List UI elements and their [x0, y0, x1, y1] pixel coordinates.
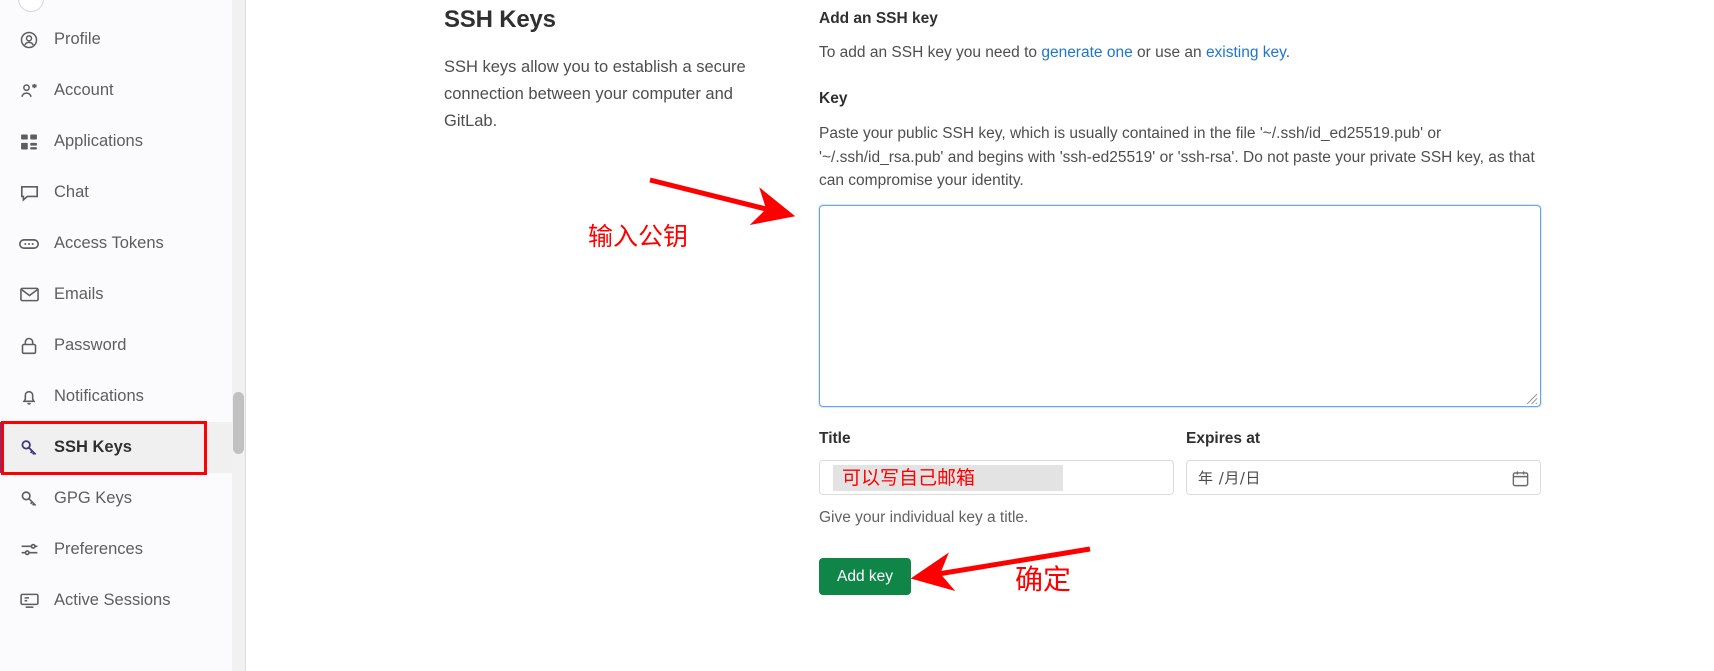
key-field-label: Key — [819, 90, 848, 107]
expires-at-date-input[interactable]: 年 /月/日 — [1186, 460, 1541, 495]
sidebar-item-chat[interactable]: Chat — [0, 167, 233, 218]
sidebar-item-label: Access Tokens — [54, 234, 164, 252]
generate-one-link[interactable]: generate one — [1041, 44, 1132, 61]
avatar — [18, 0, 44, 12]
lock-icon — [18, 335, 40, 357]
title-and-expiry-row: Title 可以写自己邮箱 Expires at 年 /月/日 — [819, 430, 1541, 495]
sidebar-scrollbar-thumb[interactable] — [233, 392, 244, 454]
sidebar-item-password[interactable]: Password — [0, 320, 233, 371]
sidebar-item-emails[interactable]: Emails — [0, 269, 233, 320]
page-description: SSH keys allow you to establish a secure… — [444, 58, 746, 130]
sidebar-item-label: Account — [54, 81, 114, 99]
sidebar-item-active-sessions[interactable]: Active Sessions — [0, 575, 233, 626]
title-field-block: Title 可以写自己邮箱 — [819, 430, 1174, 495]
arrow-to-key-textarea — [649, 177, 796, 226]
expires-at-placeholder: 年 /月/日 — [1198, 469, 1261, 487]
sidebar-item-preferences[interactable]: Preferences — [0, 524, 233, 575]
form-intro-text: To add an SSH key you need to generate o… — [819, 42, 1541, 64]
title-input[interactable]: 可以写自己邮箱 — [819, 460, 1174, 495]
gitlab-ssh-keys-page: Profile Account Applications Chat Access… — [0, 0, 1714, 671]
sidebar-item-notifications[interactable]: Notifications — [0, 371, 233, 422]
form-intro-prefix: To add an SSH key you need to — [819, 44, 1042, 61]
sidebar-item-label: Chat — [54, 183, 89, 201]
annotation-text-enter-public-key: 输入公钥 — [588, 222, 689, 251]
add-key-button[interactable]: Add key — [819, 558, 912, 595]
form-heading: Add an SSH key — [819, 10, 938, 27]
expires-at-field-block: Expires at 年 /月/日 — [1186, 430, 1541, 495]
monitor-icon — [18, 590, 40, 612]
sidebar-nav-list: Profile Account Applications Chat Access… — [0, 14, 233, 626]
form-intro-middle: or use an — [1132, 44, 1206, 61]
sidebar-item-ssh-keys[interactable]: SSH Keys — [0, 422, 233, 473]
annotation-text-confirm: 确定 — [1015, 563, 1072, 596]
chat-bubble-icon — [18, 182, 40, 204]
key-icon — [18, 437, 40, 459]
envelope-icon — [18, 284, 40, 306]
sidebar-item-access-tokens[interactable]: Access Tokens — [0, 218, 233, 269]
sidebar-item-label: Notifications — [54, 387, 144, 405]
sidebar-item-profile[interactable]: Profile — [0, 14, 233, 65]
applications-grid-icon — [18, 131, 40, 153]
sidebar-item-label: Emails — [54, 285, 104, 303]
form-intro-suffix: . — [1285, 44, 1291, 61]
add-ssh-key-form: Add an SSH key To add an SSH key you nee… — [819, 0, 1541, 595]
user-circle-icon — [18, 29, 40, 51]
sidebar-item-applications[interactable]: Applications — [0, 116, 233, 167]
sidebar-item-label: SSH Keys — [54, 438, 132, 456]
key-input-textarea[interactable] — [819, 205, 1541, 407]
sidebar-item-label: GPG Keys — [54, 489, 132, 507]
token-pill-icon — [18, 233, 40, 255]
page-title: SSH Keys — [444, 6, 556, 33]
settings-sidebar: Profile Account Applications Chat Access… — [0, 0, 246, 671]
calendar-icon[interactable] — [1511, 469, 1530, 488]
sidebar-item-label: Applications — [54, 132, 143, 150]
bell-icon — [18, 386, 40, 408]
title-hint-text: Give your individual key a title. — [819, 509, 1029, 526]
sidebar-item-label: Preferences — [54, 540, 143, 558]
account-gear-icon — [18, 80, 40, 102]
sidebar-item-label: Password — [54, 336, 127, 354]
sidebar-item-label: Active Sessions — [54, 591, 171, 609]
sidebar-scrollbar[interactable] — [232, 0, 245, 671]
sliders-icon — [18, 539, 40, 561]
title-input-value: 可以写自己邮箱 — [842, 467, 976, 489]
key-field-help-text: Paste your public SSH key, which is usua… — [819, 125, 1535, 189]
ssh-keys-description-column: SSH Keys SSH keys allow you to establish… — [444, 0, 794, 135]
existing-key-link[interactable]: existing key — [1206, 44, 1286, 61]
key-icon — [18, 488, 40, 510]
sidebar-item-gpg-keys[interactable]: GPG Keys — [0, 473, 233, 524]
sidebar-item-account[interactable]: Account — [0, 65, 233, 116]
title-label: Title — [819, 430, 851, 447]
expires-at-label: Expires at — [1186, 430, 1261, 447]
sidebar-item-label: Profile — [54, 30, 101, 48]
